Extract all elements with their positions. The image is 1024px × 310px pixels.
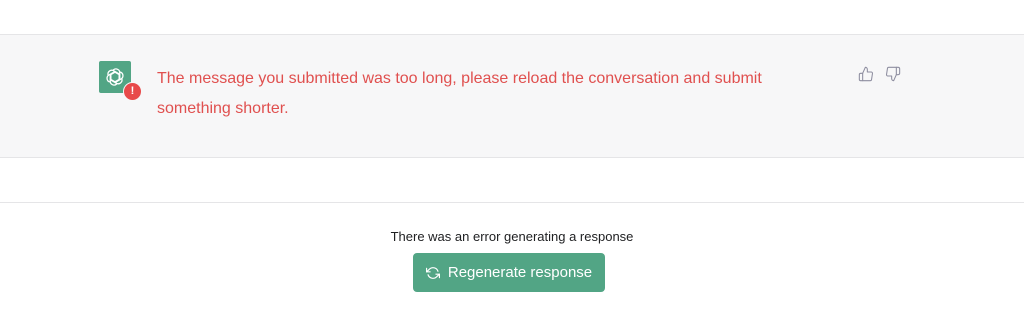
error-message: The message you submitted was too long, … [157,70,762,117]
thumbs-up-icon [858,66,873,82]
error-status-text: There was an error generating a response [390,229,634,244]
chat-page: ! The message you submitted was too long… [0,0,1024,310]
footer-divider [0,202,1024,203]
thumbs-down-icon [886,66,901,82]
assistant-message-row: ! The message you submitted was too long… [0,34,1024,158]
thumbs-down-button[interactable] [884,65,902,83]
regenerate-response-label: Regenerate response [447,264,593,281]
feedback-buttons [857,65,902,83]
error-badge: ! [123,82,142,101]
regenerate-response-button[interactable]: Regenerate response [413,253,605,292]
thumbs-up-button[interactable] [857,65,875,83]
refresh-icon [425,266,440,279]
